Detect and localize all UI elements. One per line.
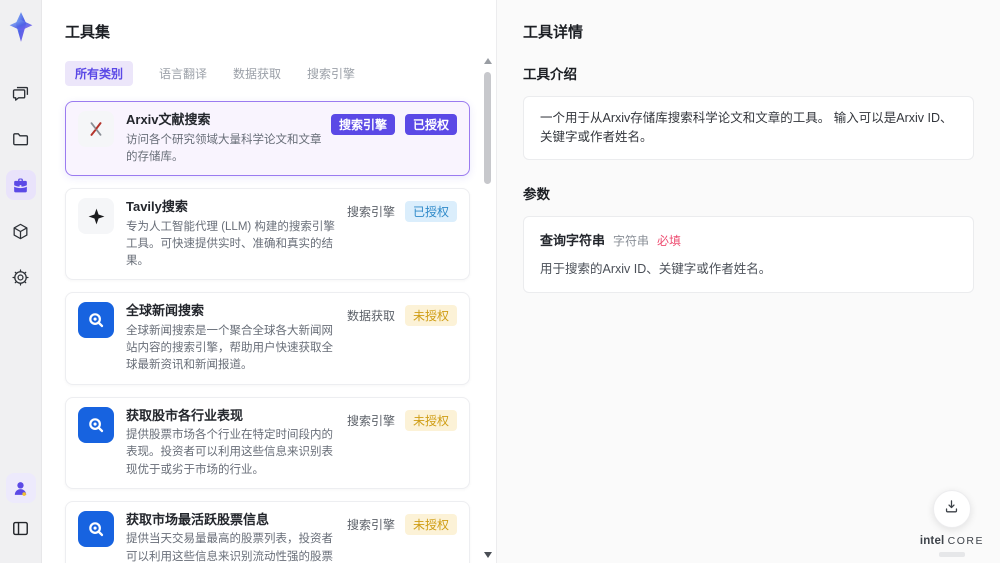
intel-wordmark: intel — [919, 535, 945, 548]
scroll-up-arrow-icon[interactable] — [484, 58, 492, 64]
tool-text-block: Arxiv文献搜索 访问各个研究领域大量科学论文和文章的存储库。 — [126, 111, 331, 166]
news-search-blue-icon — [78, 302, 114, 339]
tool-text-block: 获取市场最活跃股票信息 提供当天交易量最高的股票列表，投资者可以利用这些信息来识… — [126, 511, 347, 563]
tool-description: 提供股票市场各个行业在特定时间段内的表现。投资者可以利用这些信息来识别表现优于或… — [126, 429, 333, 476]
tavily-star-icon — [78, 198, 114, 235]
tool-status-badge: 已授权 — [404, 114, 457, 135]
parameter-required-badge: 必填 — [657, 233, 682, 248]
corner-widgets: intel core — [920, 490, 984, 557]
tool-category-label: 搜索引擎 — [346, 413, 395, 428]
tool-meta: 搜索引擎 已授权 — [330, 114, 457, 135]
parameter-type: 字符串 — [613, 233, 650, 248]
tool-description: 全球新闻搜索是一个聚合全球各大新闻网站内容的搜索引擎，帮助用户快速获取全球最新资… — [126, 324, 333, 372]
parameter-header: 查询字符串 字符串 必填 — [540, 230, 957, 249]
tool-title: Tavily搜索 — [126, 199, 188, 215]
folder-icon[interactable] — [6, 124, 36, 154]
tool-description: 访问各个研究领域大量科学论文和文章的存储库。 — [126, 133, 322, 163]
toolbox-icon[interactable] — [5, 170, 36, 200]
category-tabs: 所有类别 语言翻译 数据获取 搜索引擎 — [65, 61, 470, 86]
tool-meta: 搜索引擎 未授权 — [346, 409, 457, 431]
list-scrollbar[interactable] — [483, 58, 493, 558]
news-search-blue-icon — [78, 510, 114, 547]
news-search-blue-icon — [78, 406, 114, 443]
tool-details-panel: 工具详情 工具介绍 一个用于从Arxiv存储库搜索科学论文和文章的工具。 输入可… — [497, 0, 1000, 563]
tool-description: 专为人工智能代理 (LLM) 构建的搜索引擎工具。可快速提供实时、准确和真实的结… — [126, 220, 335, 268]
download-button[interactable] — [932, 490, 971, 529]
tool-card[interactable]: Tavily搜索 专为人工智能代理 (LLM) 构建的搜索引擎工具。可快速提供实… — [65, 188, 470, 281]
tool-status-badge: 已授权 — [404, 201, 457, 223]
tool-list: Arxiv文献搜索 访问各个研究领域大量科学论文和文章的存储库。 搜索引擎 已授… — [65, 101, 470, 563]
tool-meta: 搜索引擎 未授权 — [346, 513, 457, 535]
tool-category-label: 搜索引擎 — [330, 114, 395, 135]
tool-description: 提供当天交易量最高的股票列表，投资者可以利用这些信息来识别流动性强的股票和潜在的… — [126, 533, 333, 563]
intro-heading: 工具介绍 — [523, 67, 577, 82]
tool-text-block: 获取股市各行业表现 提供股票市场各个行业在特定时间段内的表现。投资者可以利用这些… — [126, 407, 347, 479]
tool-category-label: 搜索引擎 — [346, 517, 395, 532]
parameter-name: 查询字符串 — [540, 232, 606, 248]
scroll-down-arrow-icon[interactable] — [484, 552, 492, 558]
tool-category-label: 数据获取 — [346, 309, 395, 324]
category-tab[interactable]: 搜索引擎 — [307, 65, 355, 82]
parameter-box: 查询字符串 字符串 必填 用于搜索的Arxiv ID、关键字或作者姓名。 — [523, 215, 974, 293]
app-window: 工具集 所有类别 语言翻译 数据获取 搜索引擎 Arxiv文献搜索 访问各个研究领域大… — [0, 0, 1000, 563]
user-icon[interactable] — [5, 473, 36, 503]
tool-status-badge: 未授权 — [404, 409, 457, 431]
tool-card[interactable]: Arxiv文献搜索 访问各个研究领域大量科学论文和文章的存储库。 搜索引擎 已授… — [65, 101, 470, 177]
sidebar-bottom-group — [5, 473, 36, 553]
left-sidebar — [0, 0, 42, 563]
details-title: 工具详情 — [523, 24, 584, 41]
toolset-panel: 工具集 所有类别 语言翻译 数据获取 搜索引擎 Arxiv文献搜索 访问各个研究领域大… — [42, 0, 497, 563]
tool-category-label: 搜索引擎 — [346, 205, 395, 220]
intel-core-logo: intel core — [920, 535, 984, 557]
panel-toggle-icon[interactable] — [6, 513, 36, 543]
tool-text-block: 全球新闻搜索 全球新闻搜索是一个聚合全球各大新闻网站内容的搜索引擎，帮助用户快速… — [126, 302, 347, 374]
package-icon[interactable] — [6, 216, 36, 246]
gem-logo-icon[interactable] — [6, 10, 36, 44]
intro-box: 一个用于从Arxiv存储库搜索科学论文和文章的工具。 输入可以是Arxiv ID… — [523, 96, 974, 160]
intel-sub-badge — [938, 552, 965, 557]
page-title: 工具集 — [65, 24, 111, 41]
chat-icon[interactable] — [6, 78, 36, 108]
tool-title: 获取股市各行业表现 — [126, 407, 244, 423]
core-wordmark: core — [947, 535, 984, 548]
tool-status-badge: 未授权 — [404, 513, 457, 535]
tool-title: 获取市场最活跃股票信息 — [126, 511, 270, 527]
tool-title: Arxiv文献搜索 — [126, 112, 211, 127]
tool-card[interactable]: 获取市场最活跃股票信息 提供当天交易量最高的股票列表，投资者可以利用这些信息来识… — [65, 500, 470, 563]
parameter-description: 用于搜索的Arxiv ID、关键字或作者姓名。 — [540, 261, 772, 276]
download-icon — [943, 498, 960, 520]
tool-meta: 数据获取 未授权 — [346, 305, 457, 327]
params-heading: 参数 — [523, 186, 550, 202]
arxiv-logo-icon — [78, 111, 114, 147]
tool-title: 全球新闻搜索 — [126, 303, 205, 319]
tool-text-block: Tavily搜索 专为人工智能代理 (LLM) 构建的搜索引擎工具。可快速提供实… — [126, 198, 347, 270]
category-tab[interactable]: 所有类别 — [65, 61, 134, 86]
scrollbar-thumb[interactable] — [484, 72, 491, 184]
tool-meta: 搜索引擎 已授权 — [346, 201, 457, 223]
category-tab[interactable]: 数据获取 — [233, 65, 281, 82]
tool-card[interactable]: 获取股市各行业表现 提供股票市场各个行业在特定时间段内的表现。投资者可以利用这些… — [65, 396, 470, 489]
category-tab[interactable]: 语言翻译 — [159, 65, 207, 82]
tool-status-badge: 未授权 — [404, 305, 457, 327]
settings-gear-icon[interactable] — [6, 262, 36, 292]
tool-card[interactable]: 全球新闻搜索 全球新闻搜索是一个聚合全球各大新闻网站内容的搜索引擎，帮助用户快速… — [65, 292, 470, 385]
